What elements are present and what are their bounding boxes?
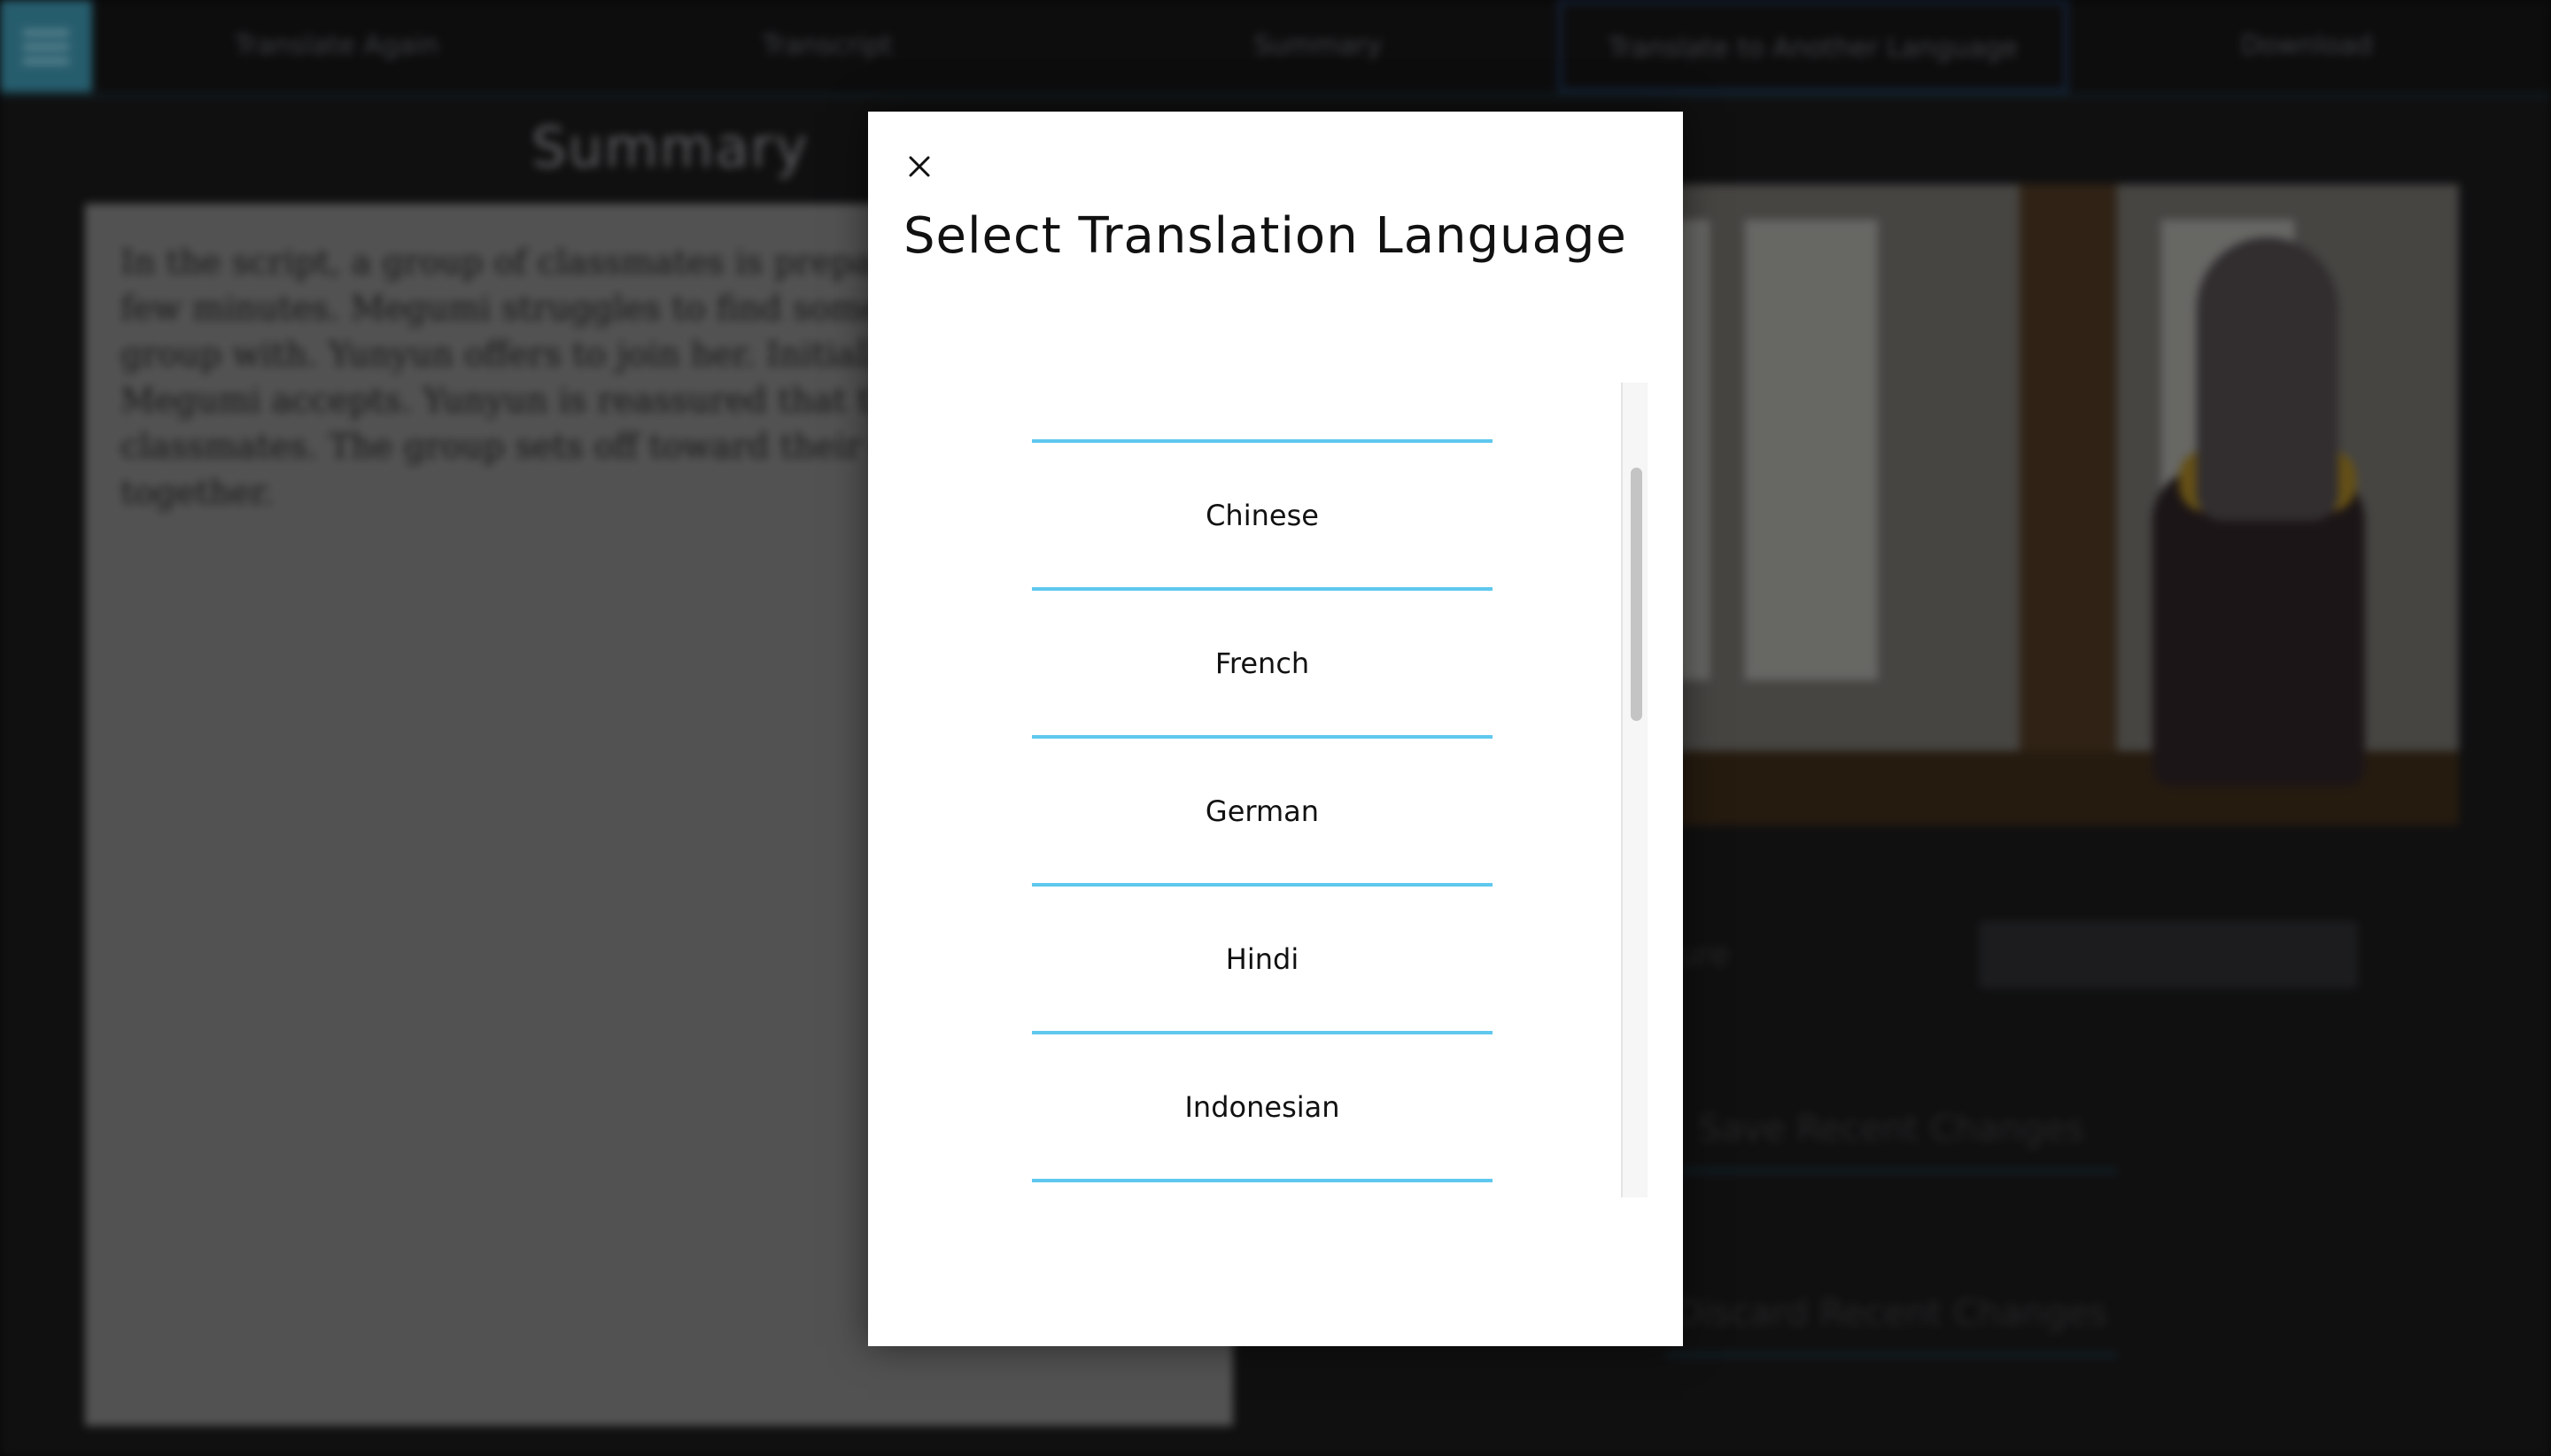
language-option-chinese[interactable]: Chinese [1032, 443, 1493, 591]
language-list-container[interactable]: Chinese French German Hindi Indonesian [868, 383, 1683, 1197]
language-option-french[interactable]: French [1032, 591, 1493, 739]
language-list: Chinese French German Hindi Indonesian [1032, 383, 1493, 1182]
language-option-indonesian[interactable]: Indonesian [1032, 1034, 1493, 1182]
scrollbar-thumb[interactable] [1631, 468, 1642, 721]
dialog-title: Select Translation Language [903, 207, 1627, 265]
list-divider [1032, 383, 1493, 443]
language-option-german[interactable]: German [1032, 739, 1493, 887]
scrollbar-track[interactable] [1621, 383, 1648, 1197]
close-icon [909, 156, 930, 177]
close-button[interactable] [898, 145, 941, 188]
language-option-hindi[interactable]: Hindi [1032, 887, 1493, 1034]
translation-language-dialog: Select Translation Language Chinese Fren… [868, 112, 1683, 1346]
